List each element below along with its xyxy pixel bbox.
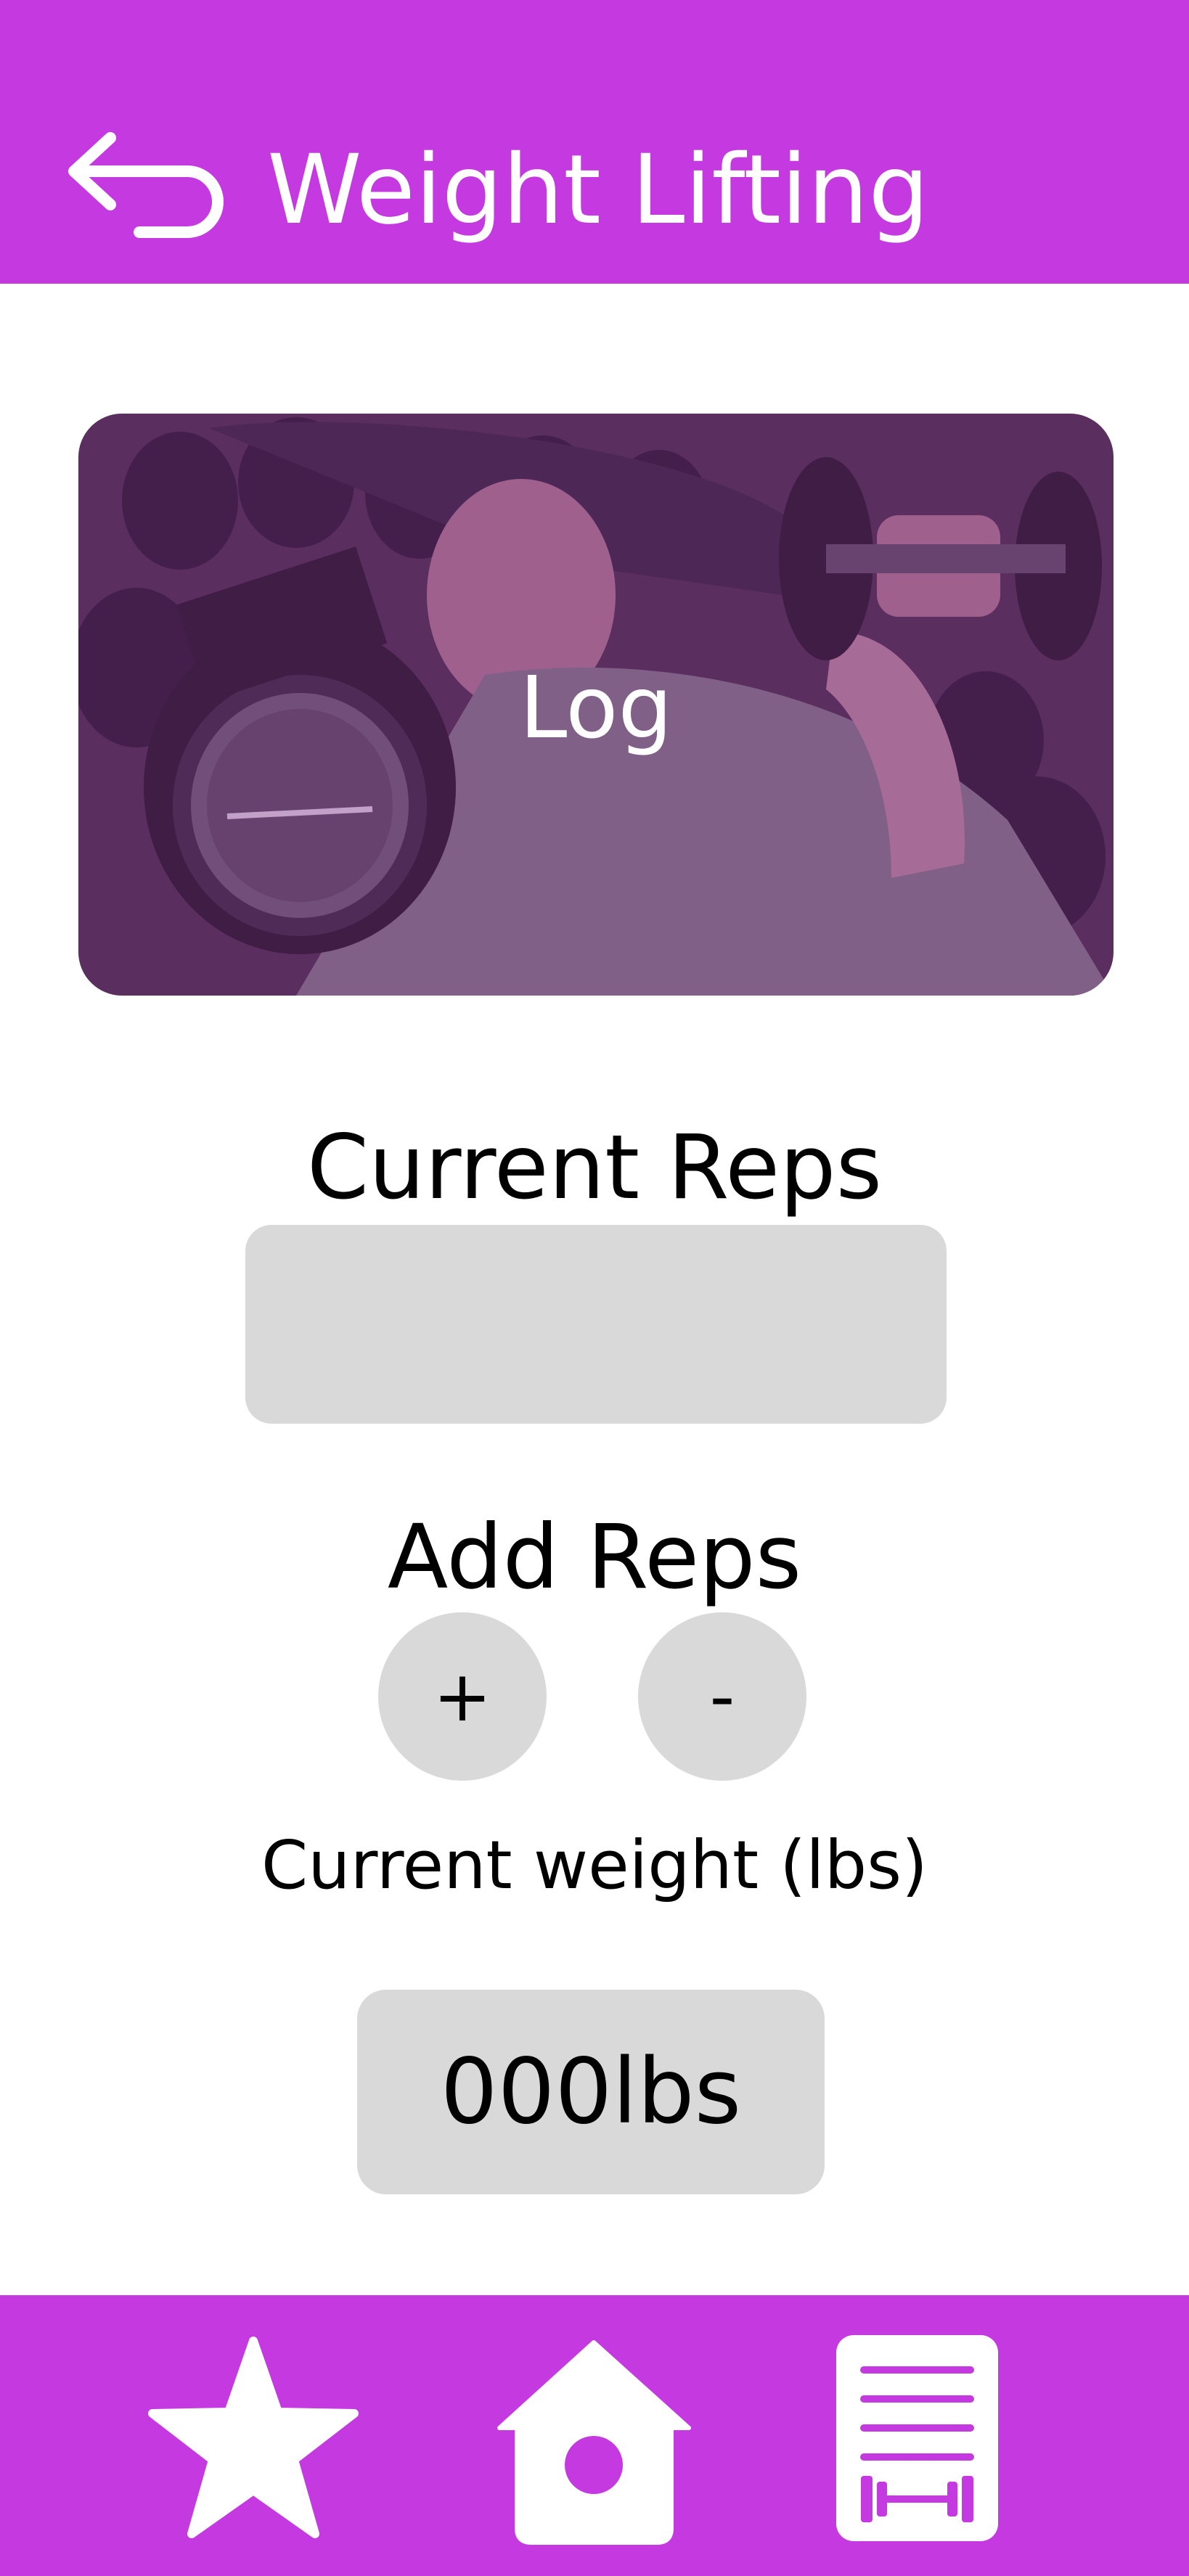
log-card-label: Log xyxy=(519,657,673,758)
nav-home-button[interactable] xyxy=(496,2338,692,2546)
bottom-nav xyxy=(0,2295,1189,2576)
app-header: Weight Lifting xyxy=(0,0,1189,284)
current-reps-display xyxy=(245,1225,947,1424)
current-reps-label: Current Reps xyxy=(306,1116,883,1219)
star-icon xyxy=(148,2337,359,2538)
nav-favorites-button[interactable] xyxy=(145,2331,361,2541)
current-weight-field[interactable]: 000lbs xyxy=(357,1990,825,2194)
back-button[interactable] xyxy=(65,125,234,241)
nav-workout-log-button[interactable] xyxy=(835,2334,1000,2543)
workout-log-icon xyxy=(836,2335,998,2541)
home-icon xyxy=(497,2340,691,2545)
log-card[interactable]: Log xyxy=(78,414,1114,996)
remove-rep-button[interactable]: - xyxy=(638,1612,806,1781)
add-rep-button[interactable]: + xyxy=(378,1612,547,1781)
page-title: Weight Lifting xyxy=(267,134,930,246)
back-arrow-icon xyxy=(68,132,224,238)
add-reps-label: Add Reps xyxy=(387,1506,802,1609)
current-weight-label: Current weight (lbs) xyxy=(261,1826,928,1904)
